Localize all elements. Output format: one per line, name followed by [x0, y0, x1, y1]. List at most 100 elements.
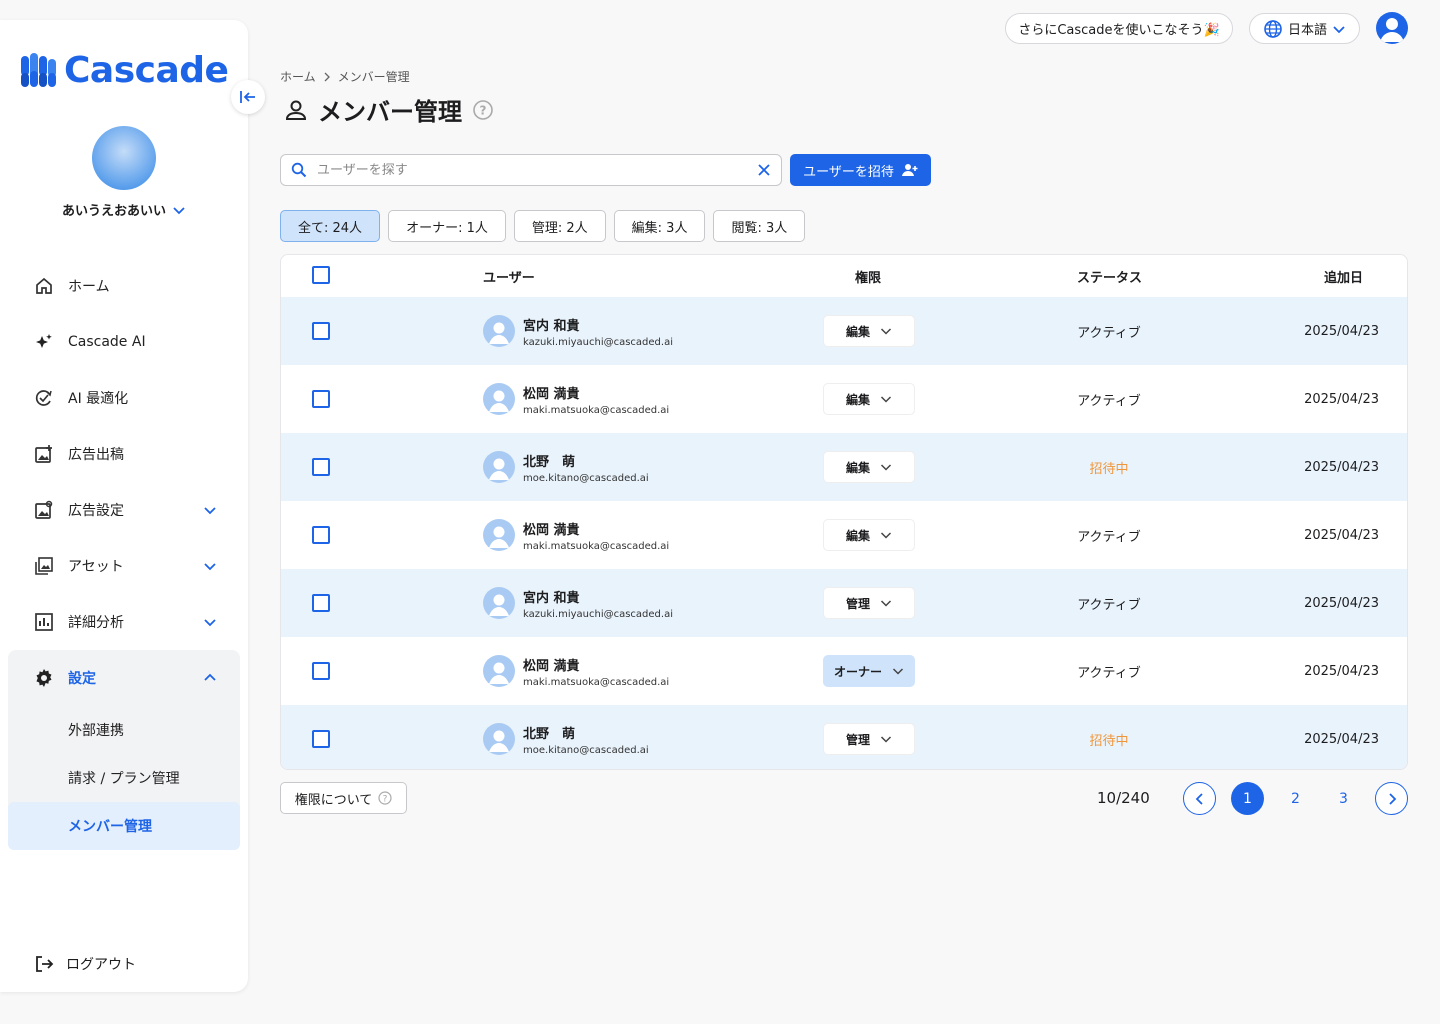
sidebar-item-settings[interactable]: 設定: [8, 650, 240, 706]
logout-button[interactable]: ログアウト: [34, 954, 136, 974]
table-row: 宮内 和貴 kazuki.miyauchi@cascaded.ai 編集 アクティブ 2…: [281, 297, 1407, 365]
role-dropdown[interactable]: 管理: [823, 723, 915, 755]
filter-editor[interactable]: 編集: 3人: [613, 210, 706, 242]
row-checkbox[interactable]: [312, 322, 330, 340]
table-header: ユーザー 権限 ステータス 追加日: [281, 255, 1407, 297]
user-icon: [489, 390, 509, 412]
user-avatar: [483, 315, 515, 347]
chevron-down-icon: [880, 464, 892, 471]
added-date: 2025/04/23: [1304, 527, 1379, 543]
added-date: 2025/04/23: [1304, 663, 1379, 679]
role-dropdown[interactable]: 編集: [823, 383, 915, 415]
role-dropdown[interactable]: 編集: [823, 451, 915, 483]
row-checkbox[interactable]: [312, 458, 330, 476]
organization-switcher[interactable]: あいうえおあいい: [0, 200, 248, 219]
chevron-down-icon: [880, 600, 892, 607]
row-checkbox[interactable]: [312, 390, 330, 408]
user-icon: [1380, 18, 1404, 42]
row-checkbox[interactable]: [312, 662, 330, 680]
role-dropdown[interactable]: 編集: [823, 519, 915, 551]
chevron-down-icon: [880, 396, 892, 403]
status-text: アクティブ: [1077, 325, 1141, 341]
row-checkbox[interactable]: [312, 526, 330, 544]
sidebar-item-assets[interactable]: アセット: [8, 538, 240, 594]
promo-button[interactable]: さらにCascadeを使いこなそう🎉: [1005, 13, 1233, 44]
user-cell: 宮内 和貴 kazuki.miyauchi@cascaded.ai: [483, 315, 673, 348]
user-cell: 松岡 満貴 maki.matsuoka@cascaded.ai: [483, 519, 669, 552]
chevron-up-icon[interactable]: [202, 670, 218, 686]
table-row: 北野 萌 moe.kitano@cascaded.ai 編集 招待中 2025/04/2…: [281, 433, 1407, 501]
status-text: 招待中: [1089, 461, 1129, 477]
page-title: メンバー管理 ?: [284, 92, 494, 127]
ad-settings-icon: [34, 500, 54, 520]
role-dropdown[interactable]: オーナー: [823, 655, 915, 687]
help-icon[interactable]: ?: [472, 99, 494, 121]
sidebar-item-home[interactable]: ホーム: [8, 258, 240, 314]
table-row: 松岡 満貴 maki.matsuoka@cascaded.ai オーナー アクティブ 2…: [281, 637, 1407, 705]
breadcrumb-home[interactable]: ホーム: [280, 68, 316, 85]
filter-all[interactable]: 全て: 24人: [280, 210, 381, 242]
sidebar-item-cascade-ai[interactable]: Cascade AI: [8, 314, 240, 370]
user-name: 北野 萌: [523, 726, 576, 742]
role-dropdown[interactable]: 編集: [823, 315, 915, 347]
permissions-info-button[interactable]: 権限について ?: [280, 782, 407, 814]
row-checkbox[interactable]: [312, 730, 330, 748]
sidebar-subitem-members[interactable]: メンバー管理: [8, 802, 240, 850]
next-page-button[interactable]: [1375, 782, 1408, 815]
sidebar-item-analytics[interactable]: 詳細分析: [8, 594, 240, 650]
page-button-1[interactable]: 1: [1231, 782, 1264, 815]
gear-icon: [34, 668, 54, 688]
chevron-down-icon[interactable]: [202, 502, 218, 518]
language-selector[interactable]: 日本語: [1249, 13, 1360, 44]
select-all-checkbox[interactable]: [312, 266, 330, 284]
table-row: 北野 萌 moe.kitano@cascaded.ai 管理 招待中 2025/04/2…: [281, 705, 1407, 769]
page-button-3[interactable]: 3: [1327, 782, 1360, 815]
filter-admin[interactable]: 管理: 2人: [513, 210, 606, 242]
prev-page-button[interactable]: [1183, 782, 1216, 815]
chevron-down-icon[interactable]: [202, 614, 218, 630]
svg-text:?: ?: [480, 103, 487, 117]
status-text: 招待中: [1089, 733, 1129, 749]
filter-viewer[interactable]: 閲覧: 3人: [713, 210, 806, 242]
user-email: kazuki.miyauchi@cascaded.ai: [523, 336, 673, 348]
role-label: 管理: [845, 596, 870, 611]
table-body: 宮内 和貴 kazuki.miyauchi@cascaded.ai 編集 アクティブ 2…: [281, 297, 1407, 769]
role-filters: 全て: 24人 オーナー: 1人 管理: 2人 編集: 3人 閲覧: 3人: [280, 210, 806, 242]
added-date: 2025/04/23: [1304, 391, 1379, 407]
chevron-down-icon[interactable]: [202, 558, 218, 574]
role-label: 編集: [845, 460, 870, 475]
sidebar-subitem-label: 請求 / プラン管理: [68, 771, 180, 787]
chevron-right-icon: [324, 72, 330, 81]
invite-user-button[interactable]: ユーザーを招待: [790, 154, 931, 186]
user-icon: [489, 594, 509, 616]
user-name: 松岡 満貴: [523, 386, 580, 402]
page-button-2[interactable]: 2: [1279, 782, 1312, 815]
role-dropdown[interactable]: 管理: [823, 587, 915, 619]
collapse-sidebar-button[interactable]: [231, 80, 265, 114]
sidebar-item-ad-publish[interactable]: 広告出稿: [8, 426, 240, 482]
column-header-role: 権限: [855, 270, 882, 286]
row-checkbox[interactable]: [312, 594, 330, 612]
sidebar-item-ai-optimize[interactable]: AI 最適化: [8, 370, 240, 426]
user-name: 宮内 和貴: [523, 590, 580, 606]
user-cell: 北野 萌 moe.kitano@cascaded.ai: [483, 723, 649, 756]
members-table: ユーザー 権限 ステータス 追加日 宮内 和貴 kazuki.miyauchi@c…: [280, 254, 1408, 770]
column-header-user: ユーザー: [483, 270, 535, 286]
sidebar-subitem-integrations[interactable]: 外部連携: [8, 706, 240, 754]
search-icon: [291, 162, 307, 178]
sidebar-subitem-billing[interactable]: 請求 / プラン管理: [8, 754, 240, 802]
permissions-info-label: 権限について: [294, 792, 373, 808]
home-icon: [34, 276, 54, 296]
search-input[interactable]: [317, 162, 747, 178]
clear-icon[interactable]: [757, 163, 771, 177]
sparkle-icon: [34, 332, 54, 352]
filter-owner[interactable]: オーナー: 1人: [388, 210, 506, 242]
optimize-icon: [34, 388, 54, 408]
account-avatar[interactable]: [1376, 12, 1408, 44]
user-icon: [489, 662, 509, 684]
logo[interactable]: Cascade: [20, 50, 229, 91]
sidebar-item-ad-settings[interactable]: 広告設定: [8, 482, 240, 538]
filter-label: オーナー: 1人: [406, 220, 488, 236]
added-date: 2025/04/23: [1304, 731, 1379, 747]
sidebar-nav: ホーム Cascade AI AI 最適化 広告出稿 広告設定 アセット 詳細分…: [8, 258, 240, 850]
